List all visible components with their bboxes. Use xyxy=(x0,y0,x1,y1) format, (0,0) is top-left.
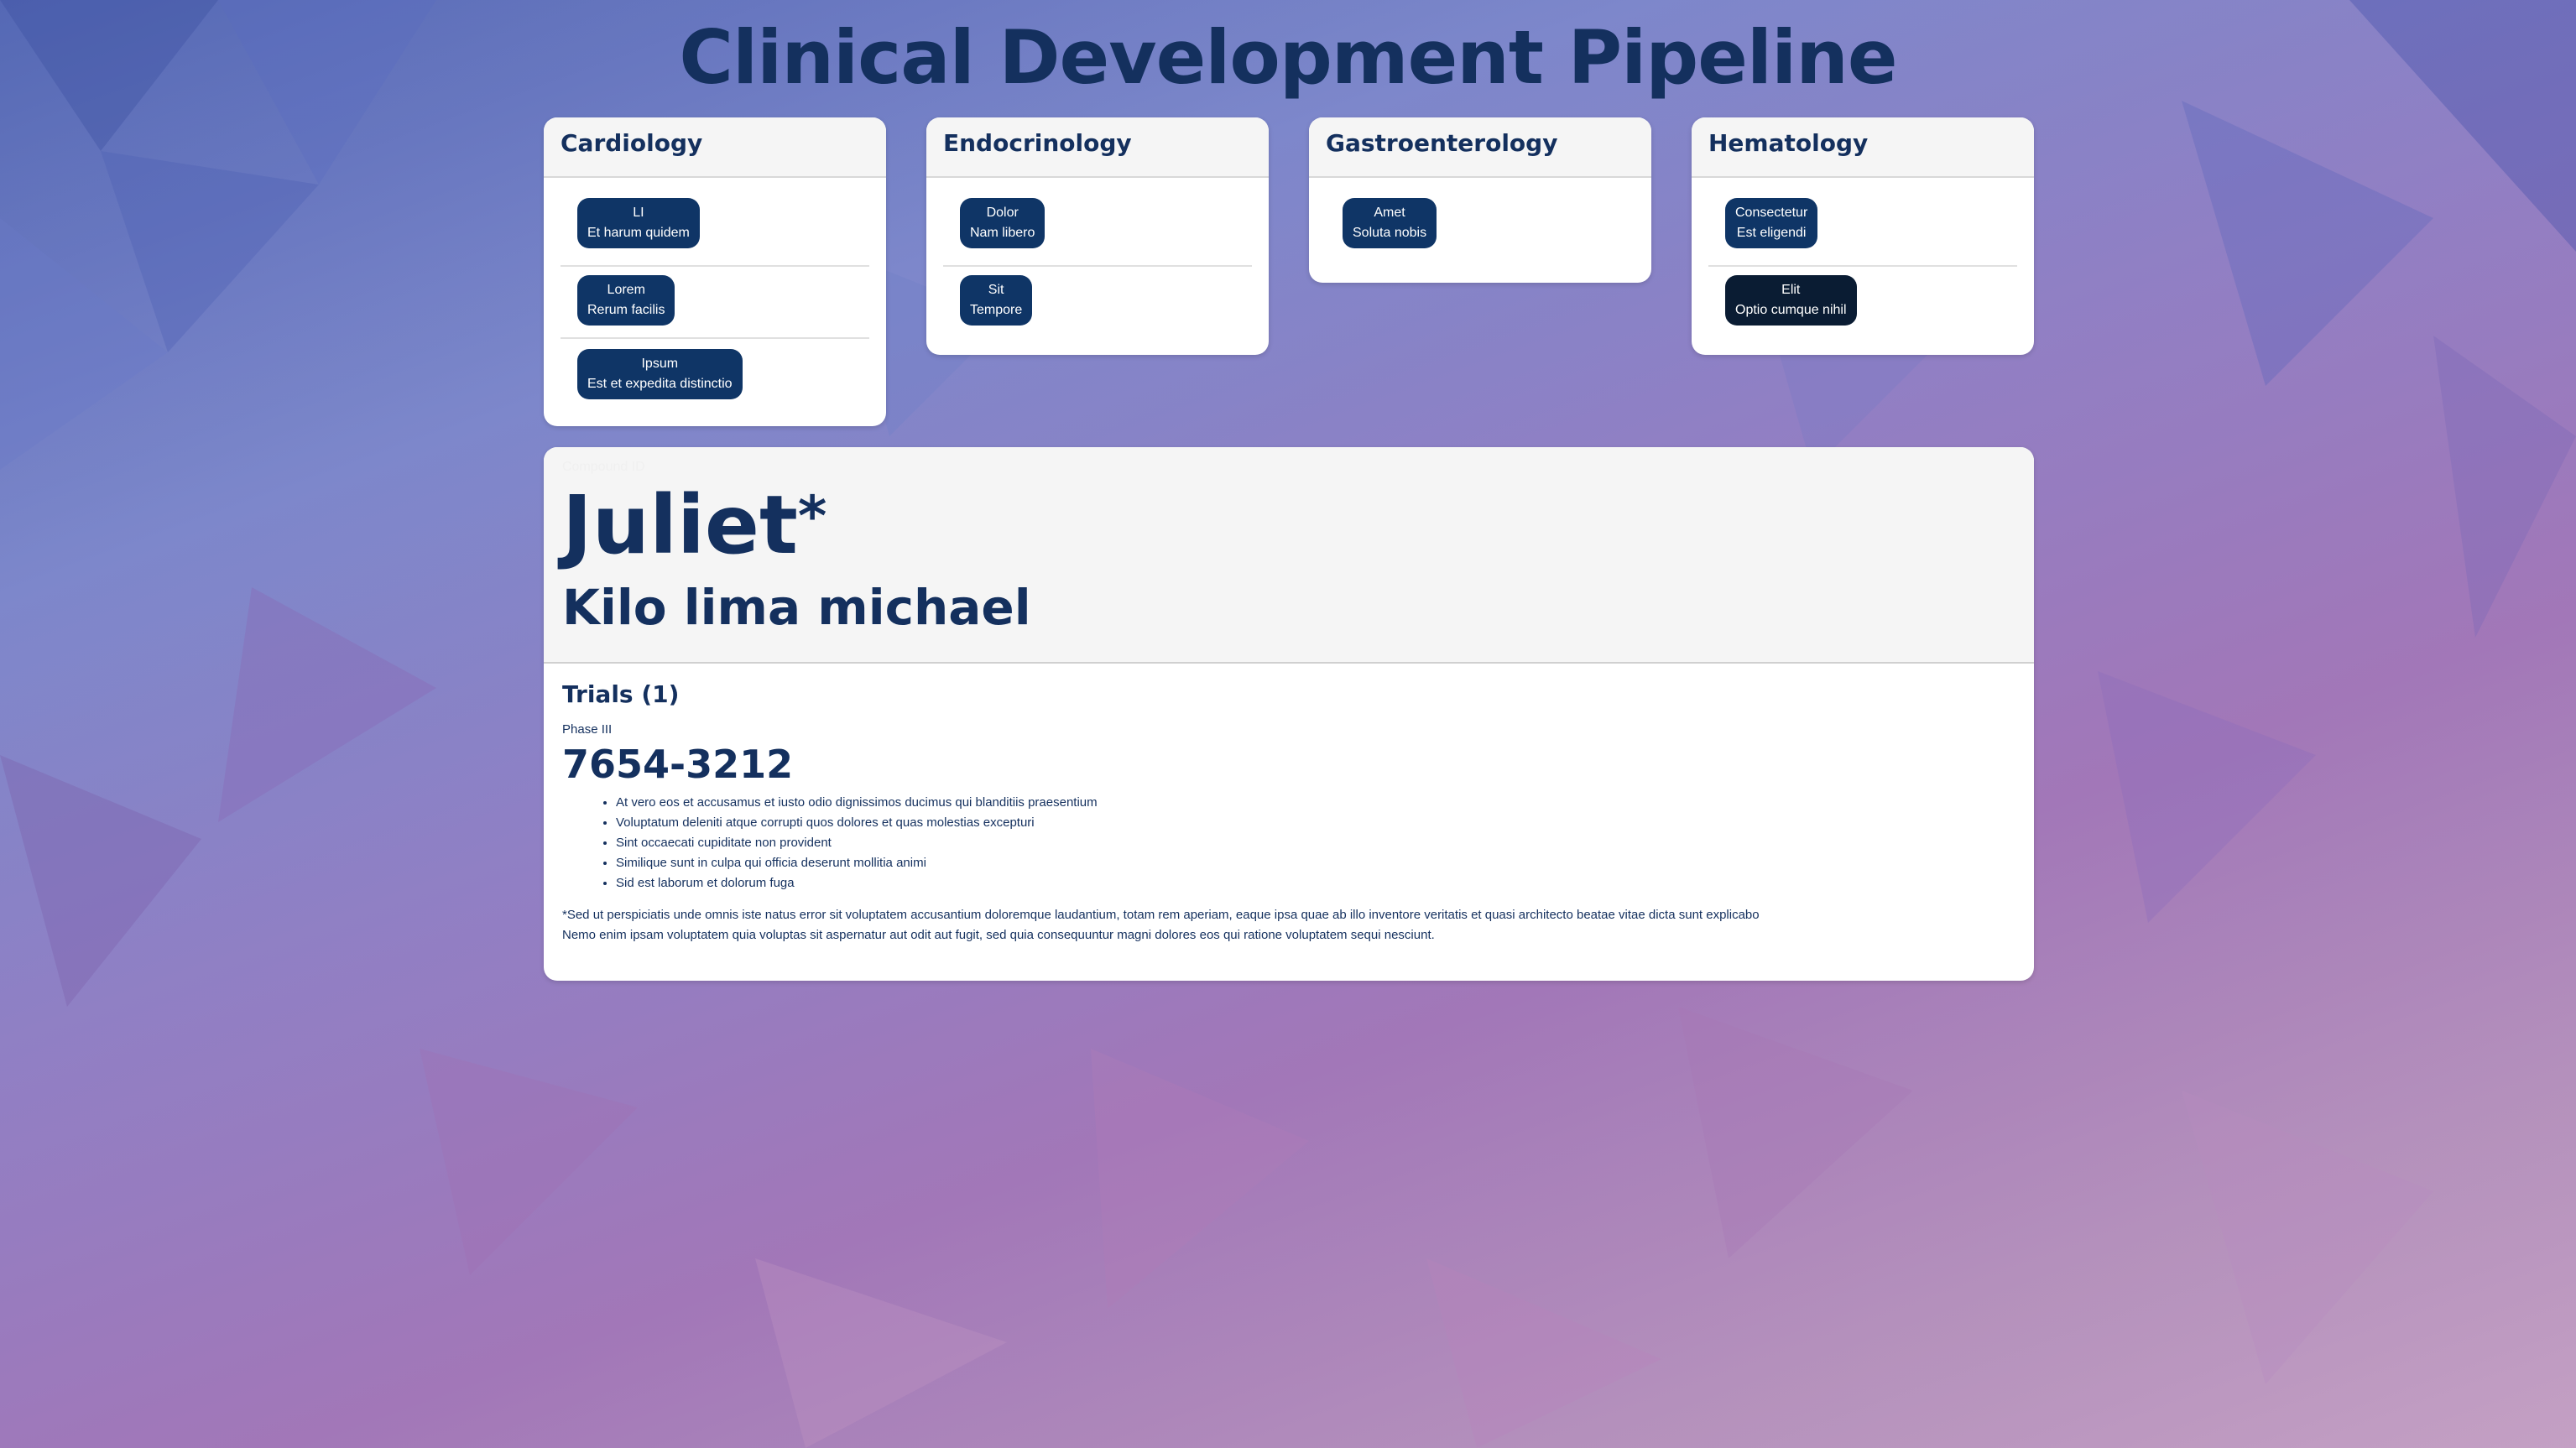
compound-desc: Soluta nobis xyxy=(1353,226,1427,240)
compound-code: Amet xyxy=(1374,206,1405,220)
compound-pill-dolor[interactable]: Dolor Nam libero xyxy=(960,198,1046,248)
footnote: *Sed ut perspiciatis unde omnis iste nat… xyxy=(562,905,2015,945)
compound-row: Consectetur Est eligendi xyxy=(1708,195,2017,267)
list-item: Voluptatum deleniti atque corrupti quos … xyxy=(616,813,2015,833)
area-title: Endocrinology xyxy=(926,117,1269,178)
compound-code: Lorem xyxy=(607,283,645,297)
compound-pill-li[interactable]: LI Et harum quidem xyxy=(577,198,700,248)
compound-row: Elit Optio cumque nihil xyxy=(1708,267,2017,339)
area-card-endocrinology: Endocrinology Dolor Nam libero Sit Tempo… xyxy=(926,117,1269,355)
compound-description: Kilo lima michael xyxy=(562,579,1031,636)
trial-id: 7654-3212 xyxy=(562,742,794,787)
trials-heading: Trials (1) xyxy=(562,680,680,708)
page-title: Clinical Development Pipeline xyxy=(679,14,1897,101)
detail-body: Trials (1) Phase III 7654-3212 At vero e… xyxy=(544,664,2034,962)
compound-name: Juliet* xyxy=(562,479,2015,571)
compound-row: Dolor Nam libero xyxy=(943,195,1252,267)
compound-code: Elit xyxy=(1781,283,1801,297)
compound-pill-ipsum[interactable]: Ipsum Est et expedita distinctio xyxy=(577,349,743,399)
compound-pill-sit[interactable]: Sit Tempore xyxy=(960,275,1033,326)
trial-phase: Phase III xyxy=(562,722,613,737)
compound-row: Ipsum Est et expedita distinctio xyxy=(561,339,869,411)
compound-row: LI Et harum quidem xyxy=(561,195,869,267)
area-title: Gastroenterology xyxy=(1309,117,1651,178)
compound-pill-elit-selected[interactable]: Elit Optio cumque nihil xyxy=(1725,275,1857,326)
area-card-hematology: Hematology Consectetur Est eligendi Elit… xyxy=(1692,117,2034,355)
compound-name-text: Juliet xyxy=(562,478,798,572)
area-card-gastroenterology: Gastroenterology Amet Soluta nobis xyxy=(1309,117,1651,283)
footnote-line: *Sed ut perspiciatis unde omnis iste nat… xyxy=(562,908,1760,922)
list-item: Sint occaecati cupiditate non provident xyxy=(616,833,2015,853)
compound-desc: Est et expedita distinctio xyxy=(587,377,733,391)
compound-desc: Tempore xyxy=(970,303,1023,317)
compound-detail-panel: Compound ID Juliet* Kilo lima michael Tr… xyxy=(544,447,2034,981)
compound-desc: Nam libero xyxy=(970,226,1035,240)
compound-code: Dolor xyxy=(986,206,1019,220)
compound-code: Sit xyxy=(988,283,1004,297)
compound-pill-consectetur[interactable]: Consectetur Est eligendi xyxy=(1725,198,1818,248)
compound-id-label: Compound ID xyxy=(562,460,645,474)
area-card-cardiology: Cardiology LI Et harum quidem Lorem Reru… xyxy=(544,117,886,426)
detail-header: Compound ID Juliet* Kilo lima michael xyxy=(544,447,2034,664)
list-item: At vero eos et accusamus et iusto odio d… xyxy=(616,793,2015,813)
compound-code: Ipsum xyxy=(641,357,679,371)
compound-desc: Est eligendi xyxy=(1736,226,1807,240)
compound-desc: Et harum quidem xyxy=(587,226,690,240)
footnote-mark: * xyxy=(797,484,827,549)
compound-pill-amet[interactable]: Amet Soluta nobis xyxy=(1343,198,1437,248)
compound-code: LI xyxy=(633,206,644,220)
compound-row: Sit Tempore xyxy=(943,267,1252,339)
compound-desc: Optio cumque nihil xyxy=(1735,303,1847,317)
trial-bullets: At vero eos et accusamus et iusto odio d… xyxy=(562,793,2015,893)
compound-code: Consectetur xyxy=(1735,206,1808,220)
list-item: Similique sunt in culpa qui officia dese… xyxy=(616,853,2015,873)
compound-pill-lorem[interactable]: Lorem Rerum facilis xyxy=(577,275,675,326)
footnote-line: Nemo enim ipsam voluptatem quia voluptas… xyxy=(562,928,1435,942)
compound-row: Lorem Rerum facilis xyxy=(561,267,869,339)
area-title: Cardiology xyxy=(544,117,886,178)
list-item: Sid est laborum et dolorum fuga xyxy=(616,873,2015,893)
compound-row: Amet Soluta nobis xyxy=(1326,195,1635,267)
compound-desc: Rerum facilis xyxy=(587,303,665,317)
area-title: Hematology xyxy=(1692,117,2034,178)
